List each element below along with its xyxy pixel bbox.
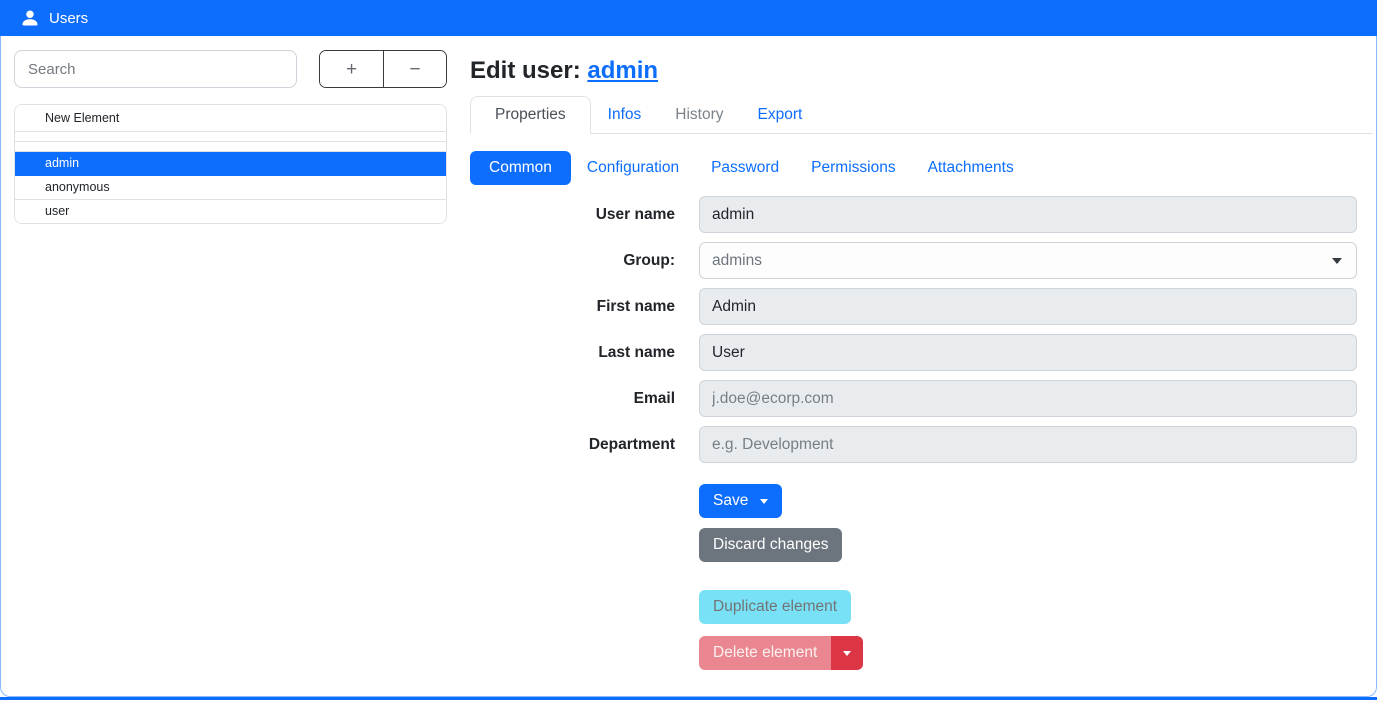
lastname-field: [699, 334, 1357, 371]
duplicate-button-label: Duplicate element: [713, 598, 837, 616]
group-select-wrap: admins: [699, 242, 1357, 279]
tab-history: History: [658, 96, 740, 134]
username-field: [699, 196, 1357, 233]
pill-configuration[interactable]: Configuration: [571, 151, 695, 185]
form-row-username: User name: [470, 196, 1357, 233]
email-label: Email: [470, 390, 675, 408]
lastname-label: Last name: [470, 344, 675, 362]
main-panel: Edit user: admin Properties Infos Histor…: [470, 36, 1357, 670]
list-item-empty[interactable]: [15, 132, 446, 142]
pill-common[interactable]: Common: [470, 151, 571, 185]
sidebar-toolbar: + −: [14, 50, 447, 88]
group-select[interactable]: admins: [699, 242, 1357, 279]
save-button[interactable]: Save: [699, 484, 782, 518]
tab-export[interactable]: Export: [741, 96, 820, 134]
discard-button-label: Discard changes: [713, 536, 828, 554]
list-item-anonymous[interactable]: anonymous: [15, 176, 446, 200]
firstname-label: First name: [470, 298, 675, 316]
discard-changes-button[interactable]: Discard changes: [699, 528, 842, 562]
user-form: User name Group: admins First name Last …: [470, 196, 1357, 463]
add-element-button[interactable]: +: [320, 51, 383, 87]
add-remove-button-group: + −: [319, 50, 447, 88]
form-row-group: Group: admins: [470, 242, 1357, 279]
pill-attachments[interactable]: Attachments: [912, 151, 1030, 185]
tab-bar: Properties Infos History Export: [470, 96, 1373, 134]
list-item-user[interactable]: user: [15, 200, 446, 223]
username-label: User name: [470, 206, 675, 224]
edited-user-link[interactable]: admin: [587, 57, 658, 84]
caret-down-icon: [843, 651, 851, 656]
remove-element-button[interactable]: −: [383, 51, 446, 87]
save-button-label: Save: [713, 492, 748, 510]
department-field: [699, 426, 1357, 463]
app-title: Users: [49, 10, 88, 27]
sidebar: + − New Element admin anonymous user: [14, 50, 447, 224]
tab-properties[interactable]: Properties: [470, 96, 591, 134]
page-title: Edit user: admin: [470, 57, 1357, 85]
app-title-bar: Users: [0, 0, 1377, 36]
pill-permissions[interactable]: Permissions: [795, 151, 911, 185]
action-buttons: Save Discard changes Duplicate element D…: [699, 472, 1357, 670]
caret-down-icon: [760, 499, 768, 504]
page-title-prefix: Edit user:: [470, 57, 587, 84]
firstname-field: [699, 288, 1357, 325]
search-input[interactable]: [14, 50, 297, 88]
pill-bar: Common Configuration Password Permission…: [470, 151, 1357, 185]
delete-button-label: Delete element: [713, 644, 817, 662]
user-list: New Element admin anonymous user: [14, 104, 447, 224]
form-row-department: Department: [470, 426, 1357, 463]
delete-dropdown-toggle[interactable]: [831, 636, 863, 670]
pill-password[interactable]: Password: [695, 151, 795, 185]
duplicate-element-button: Duplicate element: [699, 590, 851, 624]
list-item-empty[interactable]: [15, 142, 446, 152]
tab-infos[interactable]: Infos: [591, 96, 659, 134]
form-row-lastname: Last name: [470, 334, 1357, 371]
footer-bar: [0, 697, 1377, 700]
user-icon: [20, 8, 40, 28]
delete-element-button: Delete element: [699, 636, 831, 670]
form-row-email: Email: [470, 380, 1357, 417]
delete-split-button: Delete element: [699, 636, 863, 670]
list-item-new-element[interactable]: New Element: [15, 105, 446, 132]
form-row-firstname: First name: [470, 288, 1357, 325]
email-field: [699, 380, 1357, 417]
group-label: Group:: [470, 252, 675, 270]
department-label: Department: [470, 436, 675, 454]
list-item-admin[interactable]: admin: [15, 152, 446, 176]
